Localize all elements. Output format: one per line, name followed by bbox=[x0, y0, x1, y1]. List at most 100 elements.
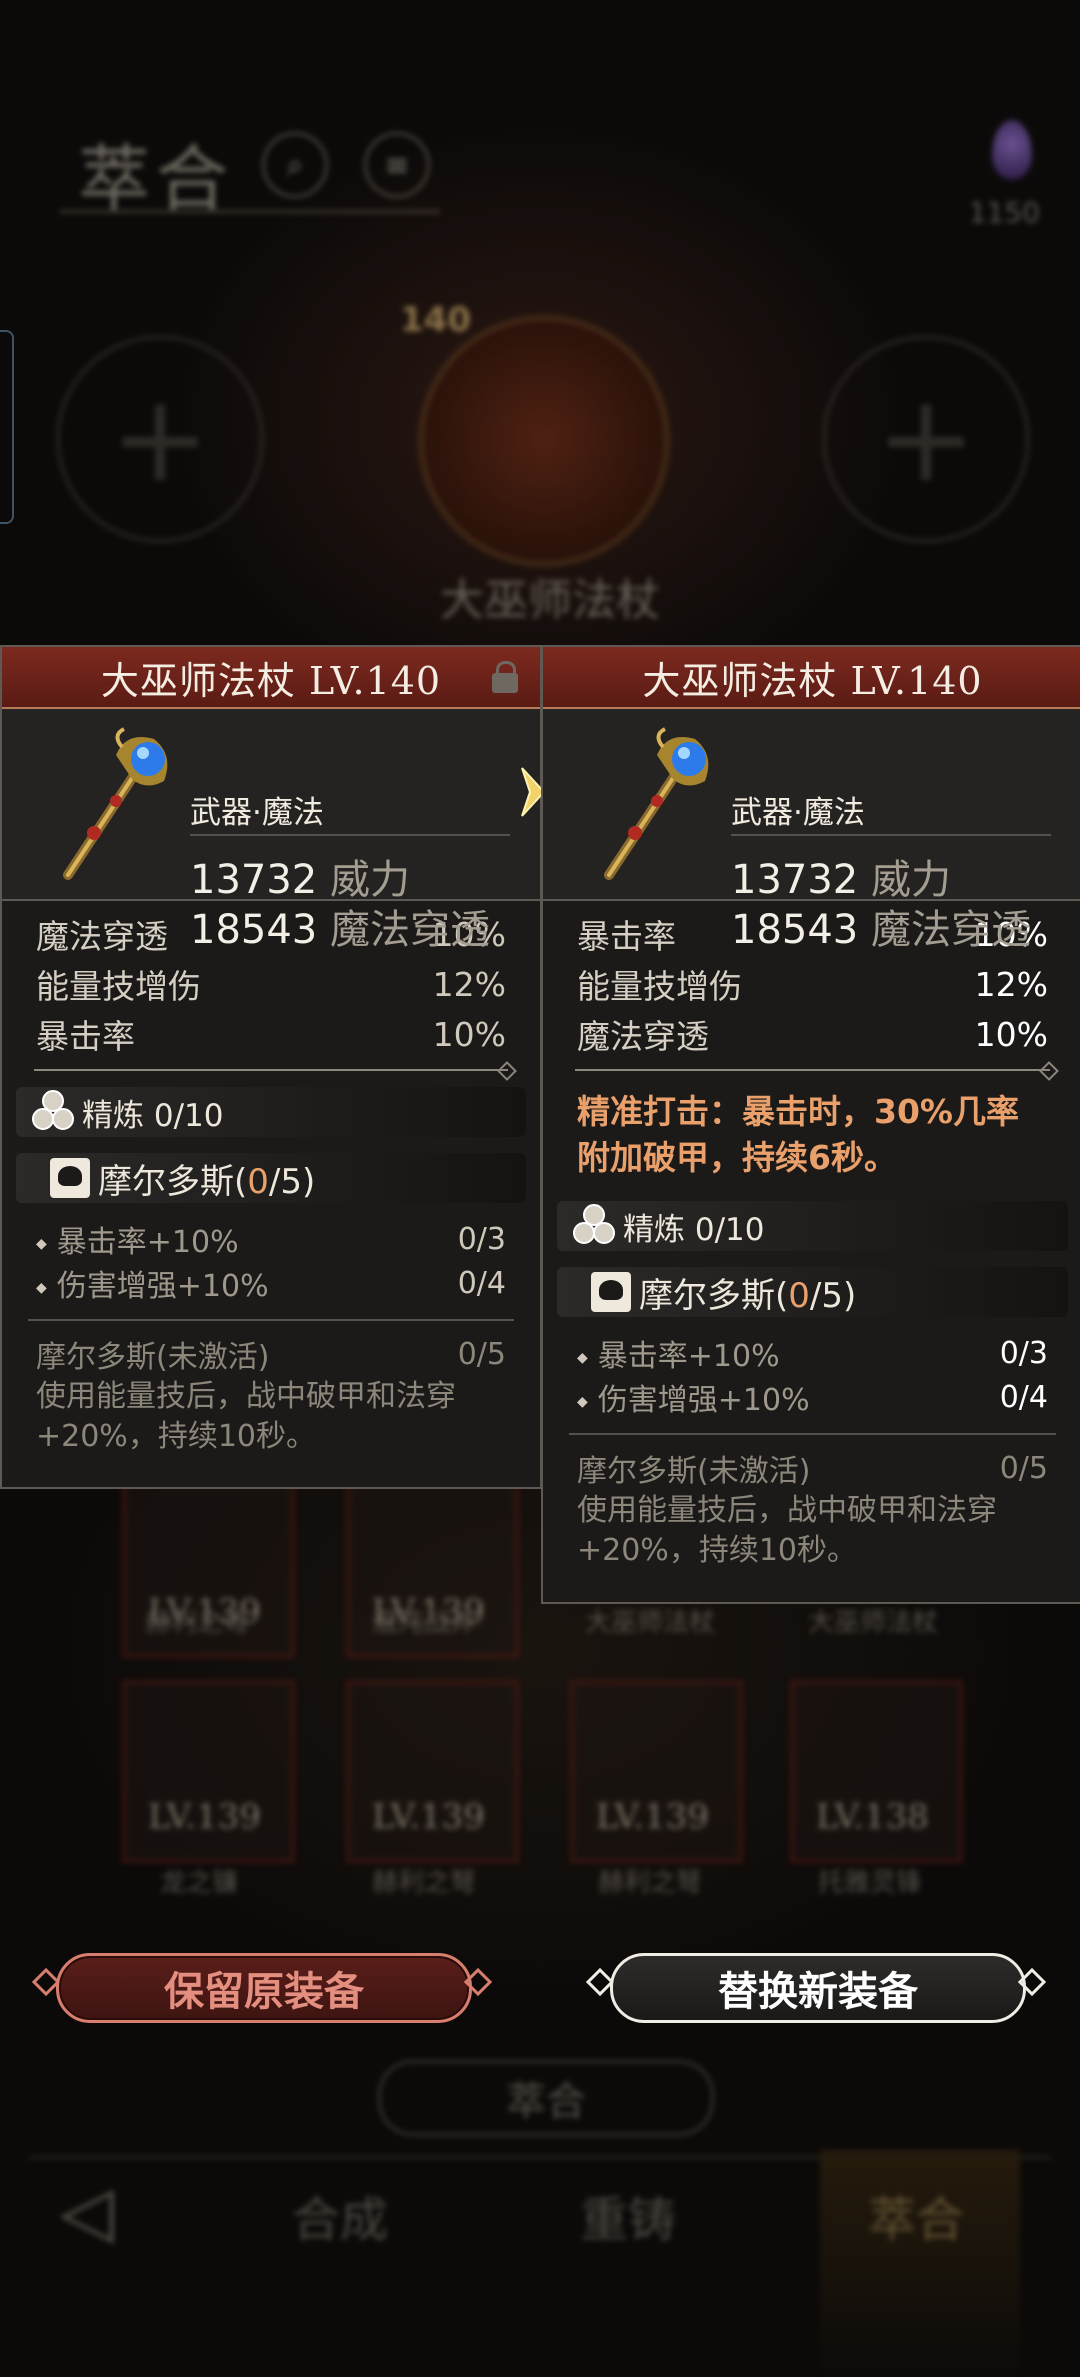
penetration-stat: 18543 魔法穿透 bbox=[190, 897, 490, 955]
tab-synthesize[interactable]: 合成 bbox=[292, 2180, 388, 2250]
set-bonus-list: 暴击率+10% 0/3 伤害增强+10% 0/4 bbox=[2, 1203, 540, 1305]
inventory-card[interactable]: LV.138 bbox=[790, 1680, 963, 1863]
replace-new-button[interactable]: 替换新装备 bbox=[610, 1953, 1026, 2023]
refine-text: 精炼 0/10 bbox=[82, 1097, 224, 1134]
gem-count: 1150 bbox=[968, 196, 1040, 229]
stat-row: 能量技增伤 12% bbox=[577, 959, 1048, 1009]
penetration-value: 18543 bbox=[190, 907, 318, 953]
stat-value: 10% bbox=[974, 1014, 1048, 1054]
bonus-progress: 0/4 bbox=[999, 1379, 1048, 1415]
card-name: 赫利之弩 bbox=[372, 1868, 477, 1898]
stat-name: 魔法穿透 bbox=[577, 1017, 709, 1056]
stat-name: 暴击率 bbox=[577, 917, 676, 956]
set-effect-description: 使用能量技后，战中破甲和法穿+20%，持续10秒。 bbox=[36, 1379, 456, 1454]
inventory-card[interactable]: LV.139 bbox=[346, 1680, 519, 1863]
plus-icon: + bbox=[875, 369, 977, 509]
bonus-name: 伤害增强+10% bbox=[577, 1375, 810, 1419]
set-name: 摩尔多斯(0/5) bbox=[98, 1161, 316, 1202]
penetration-value: 18543 bbox=[731, 907, 859, 953]
equipment-title: 大巫师法杖 LV.140 bbox=[642, 658, 983, 703]
item-summary: 武器·魔法 13732 威力 18543 魔法穿透 bbox=[543, 709, 1080, 953]
set-name: 摩尔多斯(0/5) bbox=[639, 1275, 857, 1316]
main-equipment-level: 140 bbox=[400, 300, 471, 340]
replace-button-ornament-right bbox=[1016, 1966, 1044, 1994]
refine-icon bbox=[571, 1204, 615, 1248]
special-effect-line: 精准打击：暴击时，30%几率 bbox=[577, 1092, 1019, 1131]
set-bonus-row: 暴击率+10% 0/3 bbox=[36, 1217, 506, 1261]
replace-button-ornament-left bbox=[584, 1966, 612, 1994]
bonus-progress: 0/3 bbox=[999, 1335, 1048, 1371]
stat-row: 暴击率 10% bbox=[36, 1009, 506, 1059]
stat-value: 12% bbox=[974, 964, 1048, 1004]
set-bar: 摩尔多斯(0/5) bbox=[557, 1267, 1068, 1317]
keep-original-button[interactable]: 保留原装备 bbox=[56, 1953, 472, 2023]
ornament-divider bbox=[24, 1063, 518, 1077]
set-bonus-list: 暴击率+10% 0/3 伤害增强+10% 0/4 bbox=[543, 1317, 1080, 1419]
keep-button-ornament-left bbox=[30, 1966, 58, 1994]
item-divider bbox=[731, 834, 1051, 836]
refine-bar: 精炼 0/10 bbox=[557, 1201, 1068, 1251]
set-bonus-row: 伤害增强+10% 0/4 bbox=[577, 1375, 1048, 1419]
back-arrow-icon[interactable]: ◁ bbox=[60, 2170, 114, 2252]
merge-button[interactable]: 萃合 bbox=[378, 2060, 714, 2136]
ornament-divider bbox=[565, 1063, 1060, 1077]
penetration-label: 魔法穿透 bbox=[870, 907, 1031, 953]
card-level: LV.139 bbox=[148, 1797, 261, 1837]
penetration-label: 魔法穿透 bbox=[329, 907, 490, 953]
item-type: 武器·魔法 bbox=[731, 795, 865, 831]
keep-button-ornament-right bbox=[462, 1966, 490, 1994]
stat-row: 能量技增伤 12% bbox=[36, 959, 506, 1009]
plus-icon: + bbox=[109, 369, 211, 509]
gem-icon bbox=[992, 120, 1032, 180]
set-helmet-icon bbox=[591, 1272, 631, 1312]
section-divider bbox=[569, 1433, 1056, 1435]
bonus-name: 伤害增强+10% bbox=[36, 1261, 269, 1305]
stat-row: 魔法穿透 10% bbox=[577, 1009, 1048, 1059]
stat-name: 暴击率 bbox=[36, 1017, 135, 1056]
panel-header: 大巫师法杖 LV.140 bbox=[543, 647, 1080, 709]
filter-icon: ≡ bbox=[384, 147, 410, 183]
main-equipment-name: 大巫师法杖 bbox=[440, 575, 660, 626]
title-underline bbox=[60, 210, 440, 213]
bonus-name: 暴击率+10% bbox=[36, 1217, 239, 1261]
card-name: 托雅灵锋 bbox=[818, 1868, 923, 1898]
set-effect-title: 摩尔多斯(未激活) bbox=[36, 1340, 270, 1375]
new-equipment-panel: 大巫师法杖 LV.140 武器·魔法 13732 威力 18543 魔法穿透 暴… bbox=[541, 645, 1080, 1604]
filter-button[interactable]: ≡ bbox=[364, 132, 430, 198]
search-button[interactable]: ⌕ bbox=[262, 132, 328, 198]
set-helmet-icon bbox=[50, 1158, 90, 1198]
current-equipment-panel: 大巫师法杖 LV.140 武器·魔法 13732 威力 18543 魔法穿透 魔… bbox=[0, 645, 542, 1489]
card-name: 赫利之弩 bbox=[598, 1868, 703, 1898]
card-level: LV.139 bbox=[372, 1797, 485, 1837]
main-equipment-slot[interactable] bbox=[418, 315, 670, 567]
material-slot-right[interactable]: + bbox=[822, 335, 1030, 543]
stat-name: 能量技增伤 bbox=[577, 967, 742, 1006]
material-slot-left[interactable]: + bbox=[56, 335, 264, 543]
set-bar: 摩尔多斯(0/5) bbox=[16, 1153, 526, 1203]
set-effect-description: 使用能量技后，战中破甲和法穿+20%，持续10秒。 bbox=[577, 1493, 997, 1568]
inventory-card[interactable]: LV.139 bbox=[570, 1680, 743, 1863]
tab-merge[interactable]: 萃合 bbox=[868, 2180, 964, 2250]
set-effect-count: 0/5 bbox=[999, 1450, 1048, 1486]
inventory-card[interactable]: LV.139 bbox=[122, 1680, 295, 1863]
card-level: LV.138 bbox=[816, 1797, 929, 1837]
staff-icon bbox=[604, 727, 709, 880]
stat-value: 12% bbox=[432, 964, 506, 1004]
tab-reforge[interactable]: 重铸 bbox=[580, 2180, 676, 2250]
bonus-name: 暴击率+10% bbox=[577, 1331, 780, 1375]
special-effect: 精准打击：暴击时，30%几率 附加破甲，持续6秒。 bbox=[543, 1081, 1080, 1191]
item-summary: 武器·魔法 13732 威力 18543 魔法穿透 bbox=[2, 709, 540, 953]
section-divider bbox=[28, 1319, 514, 1321]
card-name: 大巫师法杖 bbox=[585, 1608, 716, 1638]
penetration-stat: 18543 魔法穿透 bbox=[731, 897, 1031, 955]
card-name: 赫利之弩 bbox=[145, 1608, 250, 1638]
set-effect-title: 摩尔多斯(未激活) bbox=[577, 1454, 811, 1489]
item-divider bbox=[190, 834, 510, 836]
lock-icon[interactable] bbox=[492, 661, 518, 693]
set-effect-count: 0/5 bbox=[457, 1336, 506, 1372]
set-bonus-row: 暴击率+10% 0/3 bbox=[577, 1331, 1048, 1375]
bonus-progress: 0/3 bbox=[457, 1221, 506, 1257]
equipment-title: 大巫师法杖 LV.140 bbox=[100, 658, 442, 703]
card-name: 大巫师法杖 bbox=[808, 1608, 939, 1638]
item-type: 武器·魔法 bbox=[190, 795, 324, 831]
